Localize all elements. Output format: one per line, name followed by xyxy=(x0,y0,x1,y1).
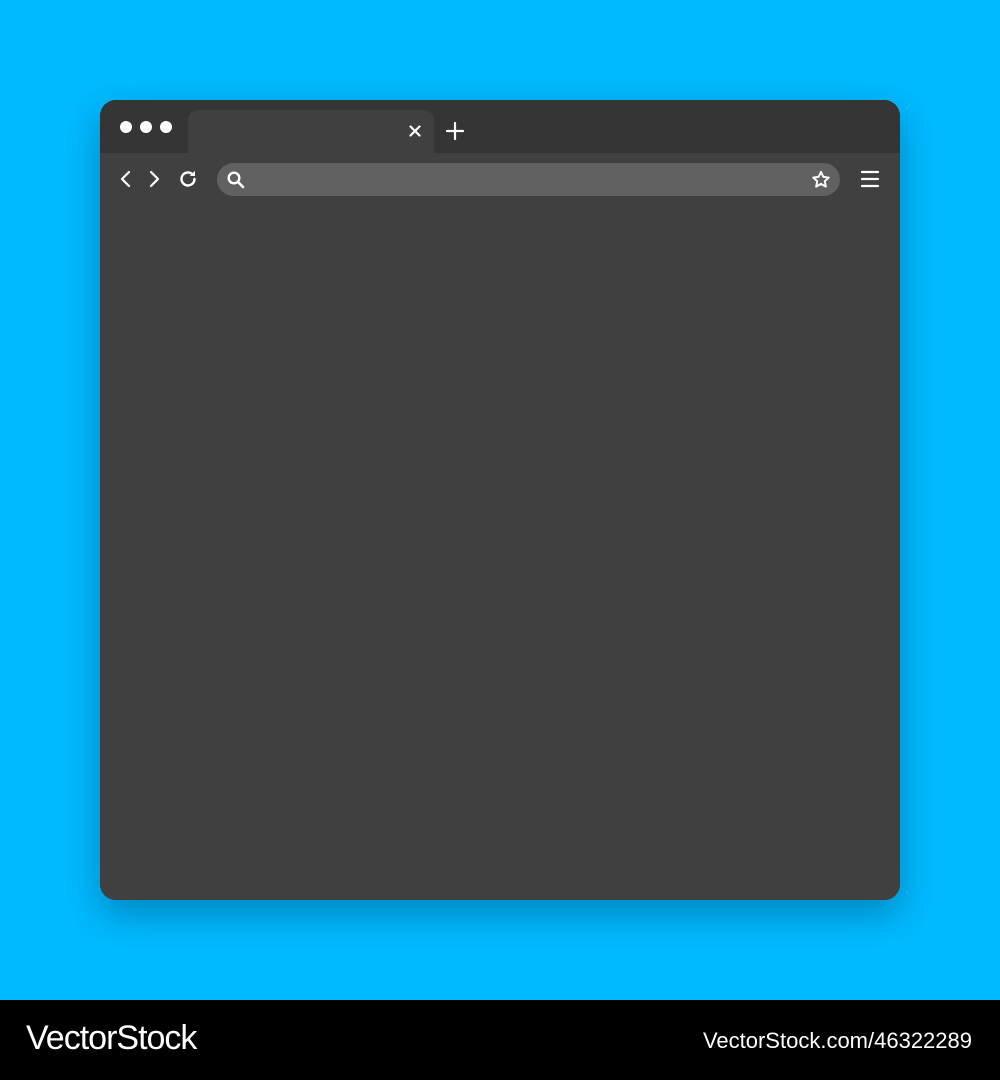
chevron-right-icon xyxy=(149,170,160,188)
background xyxy=(0,0,1000,1000)
title-bar xyxy=(100,100,900,153)
reload-icon xyxy=(180,170,196,187)
image-url: VectorStock.com/46322289 xyxy=(702,1028,972,1053)
hamburger-menu-icon[interactable] xyxy=(858,167,882,191)
browser-window xyxy=(100,100,900,900)
close-icon[interactable] xyxy=(406,122,424,140)
address-bar[interactable] xyxy=(217,163,840,196)
plus-icon[interactable] xyxy=(444,120,466,142)
reload-button[interactable] xyxy=(176,167,200,191)
star-icon[interactable] xyxy=(810,169,832,191)
brand-logo: VectorStock xyxy=(26,1019,197,1057)
forward-button[interactable] xyxy=(142,167,166,191)
watermark-footer: VectorStock VectorStock.com/46322289 xyxy=(0,1000,1000,1080)
browser-toolbar xyxy=(100,153,900,209)
window-control-dot[interactable] xyxy=(140,121,152,133)
page-content-area[interactable] xyxy=(100,209,900,900)
chevron-left-icon xyxy=(120,170,131,188)
browser-tab[interactable] xyxy=(188,110,434,153)
address-input[interactable] xyxy=(255,163,795,196)
window-control-dot[interactable] xyxy=(120,121,132,133)
window-control-dot[interactable] xyxy=(160,121,172,133)
search-icon xyxy=(226,170,246,190)
back-button[interactable] xyxy=(114,167,138,191)
